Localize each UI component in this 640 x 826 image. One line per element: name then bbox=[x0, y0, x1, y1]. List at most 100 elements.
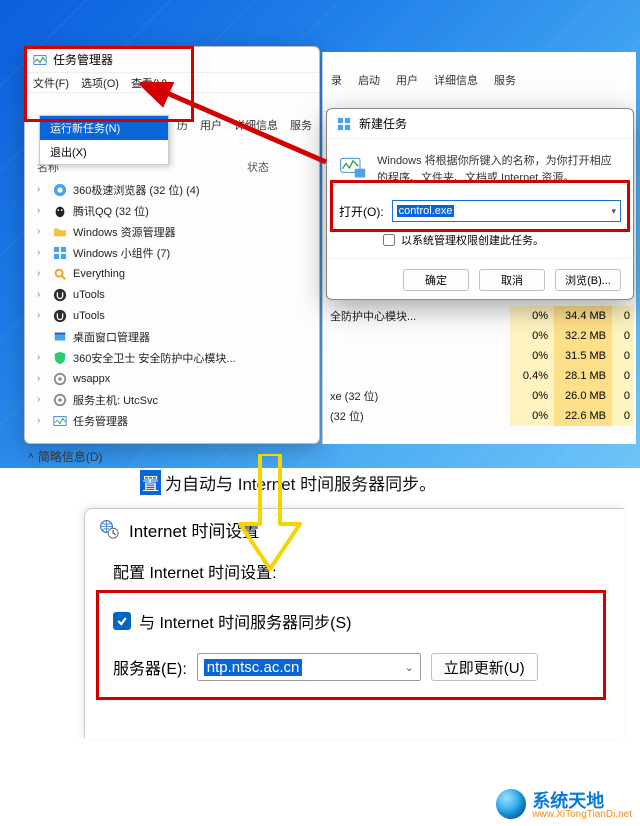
expand-icon[interactable]: › bbox=[37, 226, 47, 237]
globe-clock-icon bbox=[99, 519, 119, 539]
nt-open-label: 打开(O): bbox=[339, 203, 384, 220]
bg-cpu: 0% bbox=[510, 386, 554, 406]
expand-icon[interactable]: › bbox=[37, 394, 47, 405]
process-row[interactable]: › uTools bbox=[33, 284, 311, 305]
process-name: Windows 资源管理器 bbox=[73, 224, 176, 240]
process-row[interactable]: › Everything bbox=[33, 263, 311, 284]
bg-x: 0 bbox=[612, 386, 634, 406]
process-name: 360安全卫士 安全防护中心模块... bbox=[73, 350, 236, 366]
process-row[interactable]: ›任务管理器 bbox=[33, 410, 311, 431]
expand-icon[interactable]: › bbox=[37, 289, 47, 300]
chevron-up-icon: ˄ bbox=[28, 451, 34, 462]
process-icon bbox=[53, 225, 67, 239]
process-icon bbox=[53, 246, 67, 260]
watermark: 系统天地 www.XiTongTianDi.net bbox=[496, 787, 632, 820]
tab2-services[interactable]: 服务 bbox=[494, 72, 516, 88]
brief-info-toggle[interactable]: ˄ 简略信息(D) bbox=[28, 448, 103, 465]
process-name: 桌面窗口管理器 bbox=[73, 329, 150, 345]
expand-icon[interactable]: › bbox=[37, 373, 47, 384]
bg-name bbox=[326, 366, 510, 386]
yellow-arrow-icon bbox=[230, 454, 310, 574]
process-icon bbox=[53, 204, 67, 218]
bg-row[interactable]: 0%31.5 MB0 bbox=[326, 346, 634, 366]
tm-app-icon bbox=[33, 53, 47, 67]
sync-sentence-selected: 置 bbox=[140, 470, 161, 495]
menu-options[interactable]: 选项(O) bbox=[81, 75, 119, 91]
red-arrow-icon bbox=[140, 82, 340, 182]
bg-x: 0 bbox=[612, 326, 634, 346]
menu-file[interactable]: 文件(F) bbox=[33, 75, 69, 91]
bg-cpu: 0.4% bbox=[510, 366, 554, 386]
tm-right-tabs: 录 启动 用户 详细信息 服务 bbox=[323, 72, 516, 88]
process-row[interactable]: ›服务主机: UtcSvc bbox=[33, 389, 311, 410]
process-row[interactable]: 桌面窗口管理器 bbox=[33, 326, 311, 347]
process-name: uTools bbox=[73, 289, 105, 301]
bg-mem: 26.0 MB bbox=[554, 386, 612, 406]
brief-info-label: 简略信息(D) bbox=[38, 448, 103, 465]
expand-icon[interactable]: › bbox=[37, 310, 47, 321]
process-icon bbox=[53, 309, 67, 323]
tm-titlebar: 任务管理器 bbox=[25, 47, 319, 73]
process-icon bbox=[53, 330, 67, 344]
server-label: 服务器(E): bbox=[113, 655, 187, 679]
expand-icon[interactable]: › bbox=[37, 247, 47, 258]
bg-cpu: 0% bbox=[510, 346, 554, 366]
nt-admin-label: 以系统管理权限创建此任务。 bbox=[401, 232, 544, 248]
bg-mem: 22.6 MB bbox=[554, 406, 612, 426]
bg-x: 0 bbox=[612, 306, 634, 326]
ok-button[interactable]: 确定 bbox=[403, 269, 469, 291]
bg-name: (32 位) bbox=[326, 406, 510, 426]
process-row[interactable]: vmware-hostd.exe (32 位) bbox=[33, 431, 311, 433]
process-name: Windows 小组件 (7) bbox=[73, 245, 170, 261]
process-icon bbox=[53, 351, 67, 365]
bg-row[interactable]: (32 位)0%22.6 MB0 bbox=[326, 406, 634, 426]
process-row[interactable]: › 360极速浏览器 (32 位) (4) bbox=[33, 179, 311, 200]
process-row[interactable]: › Windows 小组件 (7) bbox=[33, 242, 311, 263]
run-icon bbox=[339, 153, 367, 186]
sync-checkbox[interactable] bbox=[113, 612, 131, 630]
process-row[interactable]: › 360安全卫士 安全防护中心模块... bbox=[33, 347, 311, 368]
process-name: 360极速浏览器 (32 位) (4) bbox=[73, 182, 200, 198]
bg-name: 全防护中心模块... bbox=[326, 306, 510, 326]
bg-cpu: 0% bbox=[510, 406, 554, 426]
expand-icon[interactable]: › bbox=[37, 415, 47, 426]
process-row[interactable]: ›wsappx bbox=[33, 368, 311, 389]
expand-icon[interactable]: › bbox=[37, 268, 47, 279]
chevron-down-icon[interactable]: ⌄ bbox=[405, 661, 414, 674]
process-row[interactable]: › Windows 资源管理器 bbox=[33, 221, 311, 242]
bg-cpu: 0% bbox=[510, 326, 554, 346]
tab2-startup[interactable]: 启动 bbox=[358, 72, 380, 88]
bg-name: xe (32 位) bbox=[326, 386, 510, 406]
bg-row[interactable]: 全防护中心模块...0%34.4 MB0 bbox=[326, 306, 634, 326]
process-row[interactable]: ›腾讯QQ (32 位) bbox=[33, 200, 311, 221]
browse-button[interactable]: 浏览(B)... bbox=[555, 269, 621, 291]
globe-icon bbox=[496, 789, 526, 819]
process-row[interactable]: › uTools bbox=[33, 305, 311, 326]
tab2-details[interactable]: 详细信息 bbox=[434, 72, 478, 88]
nt-title-text: 新建任务 bbox=[359, 115, 407, 132]
process-list[interactable]: ›360极速浏览器 (32 位) (4)›腾讯QQ (32 位)›Windows… bbox=[33, 179, 311, 433]
cancel-button[interactable]: 取消 bbox=[479, 269, 545, 291]
expand-icon[interactable]: › bbox=[37, 205, 47, 216]
bg-mem: 31.5 MB bbox=[554, 346, 612, 366]
process-name: uTools bbox=[73, 310, 105, 322]
nt-command-input[interactable]: control.exe ▾ bbox=[392, 200, 621, 222]
tab2-users[interactable]: 用户 bbox=[396, 72, 418, 88]
expand-icon[interactable]: › bbox=[37, 184, 47, 195]
it-subtitle: 配置 Internet 时间设置: bbox=[113, 559, 596, 583]
process-icon bbox=[53, 393, 67, 407]
bg-mem: 32.2 MB bbox=[554, 326, 612, 346]
bg-name bbox=[326, 346, 510, 366]
process-name: Everything bbox=[73, 268, 125, 280]
bg-row[interactable]: xe (32 位)0%26.0 MB0 bbox=[326, 386, 634, 406]
server-value: ntp.ntsc.ac.cn bbox=[204, 659, 303, 676]
nt-admin-checkbox[interactable] bbox=[383, 234, 395, 246]
nt-description-row: Windows 将根据你所键入的名称，为你打开相应的程序、文件夹、文档或 Int… bbox=[339, 149, 621, 196]
bg-mem: 28.1 MB bbox=[554, 366, 612, 386]
server-combobox[interactable]: ntp.ntsc.ac.cn ⌄ bbox=[197, 653, 421, 681]
bg-row[interactable]: 0.4%28.1 MB0 bbox=[326, 366, 634, 386]
expand-icon[interactable]: › bbox=[37, 352, 47, 363]
update-now-button[interactable]: 立即更新(U) bbox=[431, 653, 538, 681]
bg-row[interactable]: 0%32.2 MB0 bbox=[326, 326, 634, 346]
chevron-down-icon[interactable]: ▾ bbox=[611, 206, 616, 217]
